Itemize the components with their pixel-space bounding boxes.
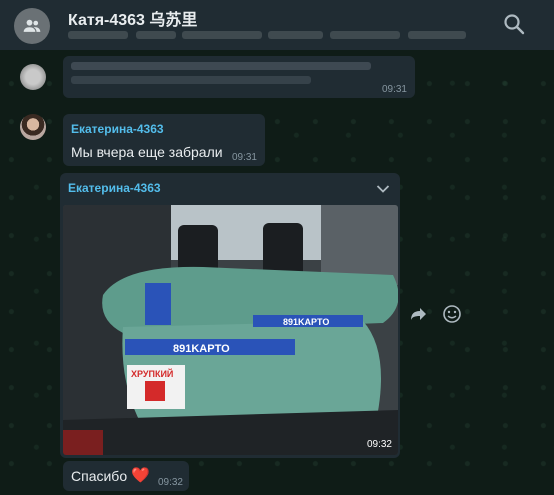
bag-label: 891KAPTO: [283, 317, 329, 327]
react-button[interactable]: [439, 301, 465, 327]
text-message-bubble: Екатерина-4363 Мы вчера еще забрали 09:3…: [63, 114, 265, 166]
message-time: 09:32: [366, 439, 392, 450]
blurred-text: [71, 76, 311, 84]
sender-avatar[interactable]: [20, 114, 46, 140]
blurred-text: [71, 62, 371, 70]
message-time: 09:31: [381, 84, 407, 95]
blurred-avatar[interactable]: [20, 64, 46, 90]
chat-title[interactable]: Катя-4363 乌苏里: [68, 6, 197, 30]
message-text: Спасибо: [71, 468, 128, 484]
group-avatar-icon[interactable]: [14, 8, 50, 44]
message-time: 09:32: [157, 477, 183, 488]
search-icon[interactable]: [502, 12, 526, 36]
sender-name[interactable]: Екатерина-4363: [68, 181, 161, 195]
bag-label: 891KAPTO: [173, 343, 230, 355]
chevron-down-icon[interactable]: [376, 184, 390, 194]
emoji-icon: [443, 305, 461, 323]
heart-emoji: ❤️: [131, 467, 150, 484]
message-photo[interactable]: 891KAPTO 891KAPTO ХРУПКИЙ 09:32: [63, 205, 398, 455]
participants-list-blurred: [68, 31, 466, 39]
forward-button[interactable]: [406, 301, 432, 327]
chat-header: Катя-4363 乌苏里: [0, 0, 554, 50]
forward-icon: [411, 308, 426, 320]
people-icon: [23, 19, 41, 32]
message-time: 09:31: [231, 152, 257, 163]
trunk-photo: 891KAPTO 891KAPTO ХРУПКИЙ: [63, 205, 398, 455]
text-message-bubble: Спасибо ❤️ 09:32: [63, 461, 189, 491]
message-text: Мы вчера еще забрали: [71, 144, 223, 160]
blurred-message-bubble: 09:31: [63, 56, 415, 98]
fragile-stamp: ХРУПКИЙ: [131, 368, 173, 379]
sender-name[interactable]: Екатерина-4363: [71, 122, 164, 136]
